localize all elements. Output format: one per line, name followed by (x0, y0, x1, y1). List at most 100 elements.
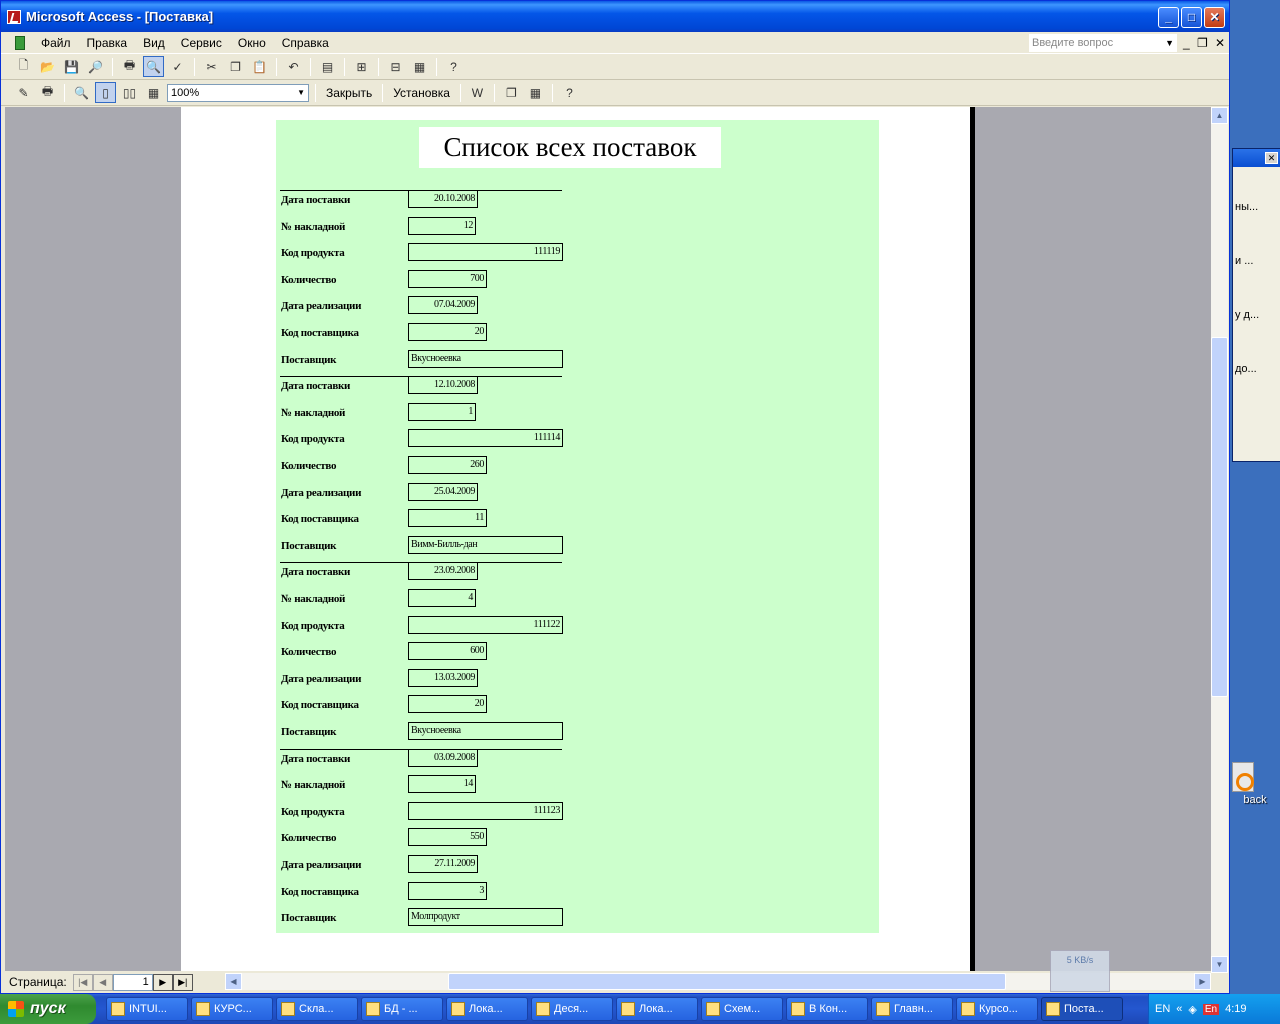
report-icon[interactable] (15, 35, 25, 50)
multiple-pages-icon[interactable]: ▦ (143, 82, 164, 103)
print-preview-icon[interactable]: 🔍 (143, 56, 164, 77)
background-window[interactable]: ✕ ны... и ... у д... до... (1232, 148, 1280, 462)
scroll-up-button[interactable]: ▲ (1211, 107, 1228, 124)
taskbar-button[interactable]: КУРС... (191, 997, 273, 1021)
save-icon[interactable]: 💾 (61, 56, 82, 77)
taskbar-button[interactable]: Скла... (276, 997, 358, 1021)
paste-icon[interactable]: 📋 (249, 56, 270, 77)
office-links-icon[interactable]: ▤ (317, 56, 338, 77)
mdi-restore-button[interactable]: ❐ (1197, 36, 1208, 50)
toolbar-separator (382, 83, 384, 102)
print-icon[interactable]: 🖶 (119, 56, 140, 77)
access-window: Microsoft Access - [Поставка] _ □ ✕ Файл… (0, 0, 1230, 994)
scroll-down-button[interactable]: ▼ (1211, 956, 1228, 973)
window-titlebar[interactable]: Microsoft Access - [Поставка] _ □ ✕ (1, 1, 1229, 32)
background-window-close-button[interactable]: ✕ (1265, 152, 1278, 164)
toolbar-separator (276, 57, 277, 76)
clock[interactable]: 4:19 (1225, 1003, 1246, 1015)
minimize-button[interactable]: _ (1158, 7, 1179, 28)
two-pages-icon[interactable]: ▯▯ (119, 82, 140, 103)
taskbar-button[interactable]: Лока... (446, 997, 528, 1021)
start-label: пуск (30, 1000, 66, 1017)
one-page-icon[interactable]: ▯ (95, 82, 116, 103)
field-label: Код поставщика (281, 885, 359, 898)
last-page-button[interactable]: ▶| (172, 973, 193, 991)
spelling-icon[interactable]: ✓ (167, 56, 188, 77)
office-links-icon[interactable]: W (467, 82, 488, 103)
new-object-icon[interactable]: ▦ (409, 56, 430, 77)
scroll-left-button[interactable]: ◀ (225, 973, 242, 990)
taskbar-button[interactable]: Поста... (1041, 997, 1123, 1021)
undo-icon[interactable]: ↶ (283, 56, 304, 77)
help-icon[interactable]: ? (443, 56, 464, 77)
taskbar-button[interactable]: INTUI... (106, 997, 188, 1021)
taskbar-button-label: Деся... (554, 1003, 589, 1015)
zoom-icon[interactable]: 🔍 (71, 82, 92, 103)
chevron-down-icon[interactable]: ▼ (1165, 35, 1174, 51)
relationships-icon[interactable]: ⊟ (385, 56, 406, 77)
menu-window[interactable]: Окно (230, 36, 274, 50)
application-icon (366, 1002, 380, 1016)
taskbar-button[interactable]: Схем... (701, 997, 783, 1021)
first-page-button[interactable]: |◀ (72, 973, 93, 991)
network-monitor[interactable]: 5 KB/s (1050, 950, 1110, 992)
close-button[interactable]: ✕ (1204, 7, 1225, 28)
tray-arrow-icon[interactable]: « (1176, 1003, 1182, 1015)
tray-app-icon[interactable]: ◈ (1188, 1003, 1196, 1016)
help-icon[interactable]: ? (559, 82, 580, 103)
keyboard-layout-icon[interactable]: En (1202, 1003, 1220, 1015)
new-icon[interactable]: 🗋 (13, 56, 34, 77)
background-window-item[interactable]: у д... (1235, 309, 1279, 321)
menu-file[interactable]: Файл (33, 36, 79, 50)
vertical-scrollbar[interactable]: ▲ ▼ (1211, 107, 1228, 973)
taskbar-button-label: КУРС... (214, 1003, 252, 1015)
mdi-close-button[interactable]: ✕ (1215, 36, 1225, 50)
close-preview-button[interactable]: Закрыть (322, 86, 376, 100)
print-icon[interactable]: 🖶 (37, 82, 58, 103)
taskbar-button[interactable]: Курсо... (956, 997, 1038, 1021)
field-value: 07.04.2009 (408, 296, 478, 315)
database-window-icon[interactable]: ❐ (501, 82, 522, 103)
menu-view[interactable]: Вид (135, 36, 173, 50)
next-page-button[interactable]: ▶ (152, 973, 173, 991)
taskbar-button[interactable]: БД - ... (361, 997, 443, 1021)
copy-icon[interactable]: ❐ (225, 56, 246, 77)
system-tray: EN « ◈ En 4:19 (1148, 994, 1280, 1024)
start-button[interactable]: пуск (0, 994, 96, 1024)
desktop-icon[interactable]: back (1230, 762, 1280, 806)
access-app-icon[interactable] (7, 9, 21, 24)
open-icon[interactable]: 📂 (37, 56, 58, 77)
menu-edit[interactable]: Правка (79, 36, 136, 50)
menu-help[interactable]: Справка (274, 36, 337, 50)
taskbar-button[interactable]: В Кон... (786, 997, 868, 1021)
cut-icon[interactable]: ✂ (201, 56, 222, 77)
new-object-icon[interactable]: ▦ (525, 82, 546, 103)
page-number-input[interactable]: 1 (112, 973, 153, 991)
analyze-icon[interactable]: ⊞ (351, 56, 372, 77)
ask-question-input[interactable]: Введите вопрос ▼ (1029, 34, 1177, 52)
field-label: Дата реализации (281, 859, 362, 871)
maximize-button[interactable]: □ (1181, 7, 1202, 28)
taskbar-button[interactable]: Деся... (531, 997, 613, 1021)
taskbar-button[interactable]: Лока... (616, 997, 698, 1021)
mdi-minimize-button[interactable]: _ (1183, 36, 1190, 50)
background-window-item[interactable]: и ... (1235, 255, 1279, 267)
background-window-titlebar[interactable]: ✕ (1233, 149, 1280, 167)
view-icon[interactable]: ✎ (13, 82, 34, 103)
background-window-item[interactable]: до... (1235, 363, 1279, 375)
background-window-item[interactable]: ны... (1235, 201, 1279, 213)
preview-area[interactable]: Список всех поставок Дата поставки 20.10.… (5, 107, 1213, 971)
taskbar-button[interactable]: Главн... (871, 997, 953, 1021)
language-indicator[interactable]: EN (1155, 1003, 1170, 1015)
field-value: 23.09.2008 (408, 562, 478, 581)
menu-tools[interactable]: Сервис (173, 36, 230, 50)
toolbar-separator (194, 57, 195, 76)
horizontal-scroll-thumb[interactable] (448, 973, 1006, 990)
chevron-down-icon[interactable]: ▼ (297, 85, 305, 101)
setup-button[interactable]: Установка (389, 86, 454, 100)
zoom-select[interactable]: 100% ▼ (167, 83, 309, 102)
vertical-scroll-thumb[interactable] (1211, 337, 1228, 697)
scroll-right-button[interactable]: ▶ (1194, 973, 1211, 990)
search-file-icon[interactable]: 🔎 (85, 56, 106, 77)
previous-page-button[interactable]: ◀ (92, 973, 113, 991)
